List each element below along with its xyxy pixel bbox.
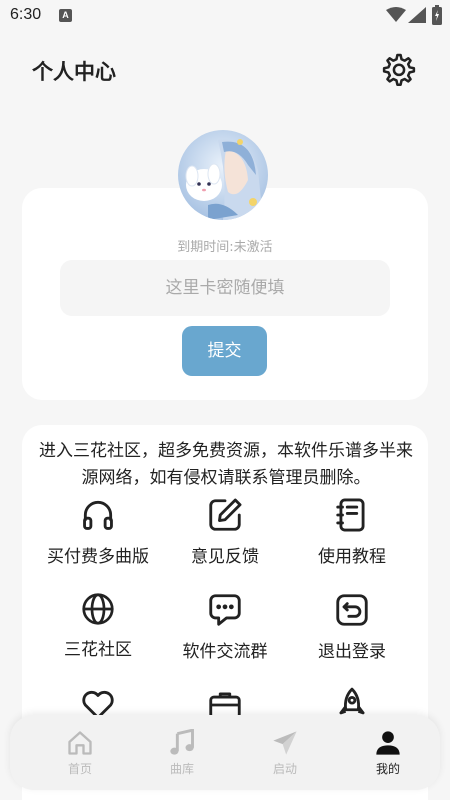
notebook-icon <box>336 498 365 532</box>
home-icon <box>68 731 92 755</box>
nav-label: 启动 <box>272 762 297 776</box>
menu-item-tutorial[interactable]: 使用教程 <box>277 496 427 576</box>
avatar <box>178 130 268 220</box>
status-bar: 6:30 A <box>0 0 450 32</box>
edit-icon <box>209 498 242 531</box>
menu-item-logout[interactable]: 退出登录 <box>277 591 427 671</box>
notification-icon: A <box>59 9 72 22</box>
user-icon <box>376 731 400 755</box>
menu-label: 使用教程 <box>318 547 386 567</box>
music-icon <box>170 729 194 755</box>
wifi-icon <box>386 7 406 22</box>
logout-icon <box>336 594 368 626</box>
status-time: 6:30 <box>10 6 42 23</box>
nav-label: 我的 <box>375 762 400 776</box>
battery-icon <box>432 5 442 25</box>
page-title: 个人中心 <box>32 60 116 84</box>
nav-tab-mine[interactable]: 我的 <box>348 729 428 777</box>
submit-button[interactable]: 提交 <box>182 326 267 376</box>
settings-button[interactable] <box>380 51 418 89</box>
gear-icon <box>382 53 416 86</box>
headphones-icon <box>83 500 113 530</box>
globe-icon <box>82 593 114 625</box>
chat-icon <box>209 594 241 626</box>
nav-tab-library[interactable]: 曲库 <box>142 729 222 777</box>
send-icon <box>273 731 297 755</box>
bottom-nav: 首页 曲库 启动 我的 <box>10 715 440 790</box>
expire-text: 到期时间:未激活 <box>177 240 273 255</box>
nav-label: 首页 <box>67 762 92 776</box>
nav-label: 曲库 <box>169 762 194 776</box>
nav-tab-launch[interactable]: 启动 <box>245 729 325 777</box>
notice-text: 进入三花社区，超多免费资源，本软件乐谱多半来源网络，如有侵权请联系管理员删除。 <box>39 441 413 488</box>
nav-tab-home[interactable]: 首页 <box>40 729 120 777</box>
menu-label: 退出登录 <box>318 642 386 662</box>
signal-icon <box>408 7 426 23</box>
card-key-input[interactable] <box>60 260 390 316</box>
